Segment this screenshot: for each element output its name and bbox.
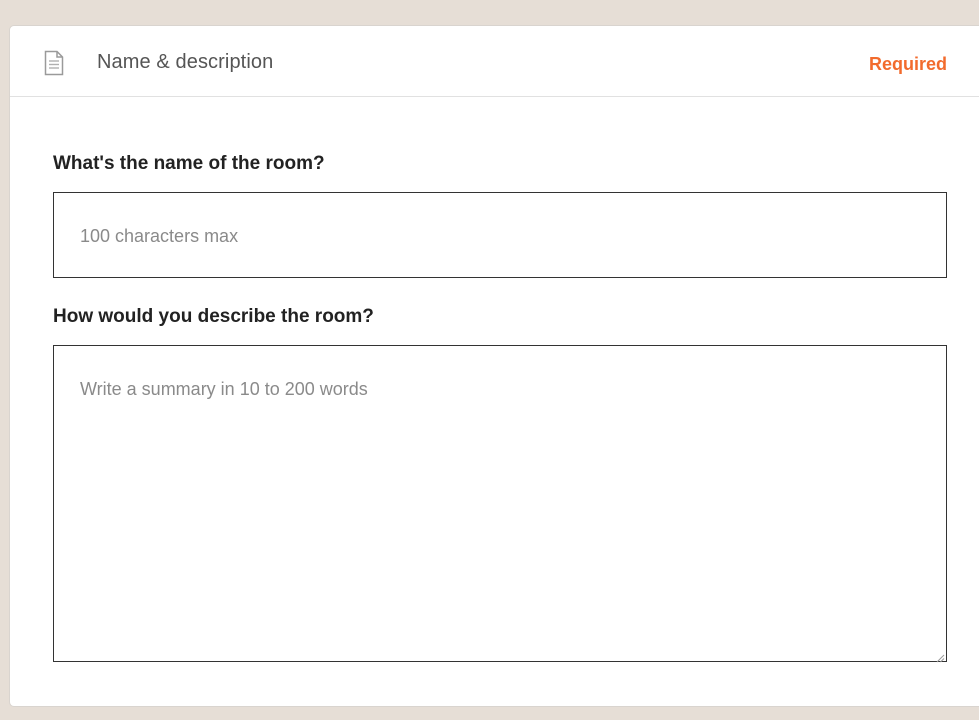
document-icon bbox=[44, 50, 64, 76]
required-badge: Required bbox=[868, 54, 947, 74]
room-description-textarea[interactable]: Write a summary in 10 to 200 words bbox=[53, 345, 947, 663]
resize-handle-icon[interactable] bbox=[935, 650, 945, 663]
room-name-label: What's the name of the room? bbox=[53, 153, 325, 174]
room-details-card: Name & description Required What's the n… bbox=[9, 25, 979, 707]
room-name-input[interactable]: 100 characters max bbox=[53, 192, 947, 278]
room-description-placeholder: Write a summary in 10 to 200 words bbox=[80, 379, 368, 399]
section-title: Name & description bbox=[97, 51, 274, 73]
room-name-placeholder: 100 characters max bbox=[80, 226, 239, 246]
room-description-label: How would you describe the room? bbox=[53, 306, 374, 327]
card-header: Name & description Required bbox=[10, 26, 979, 97]
